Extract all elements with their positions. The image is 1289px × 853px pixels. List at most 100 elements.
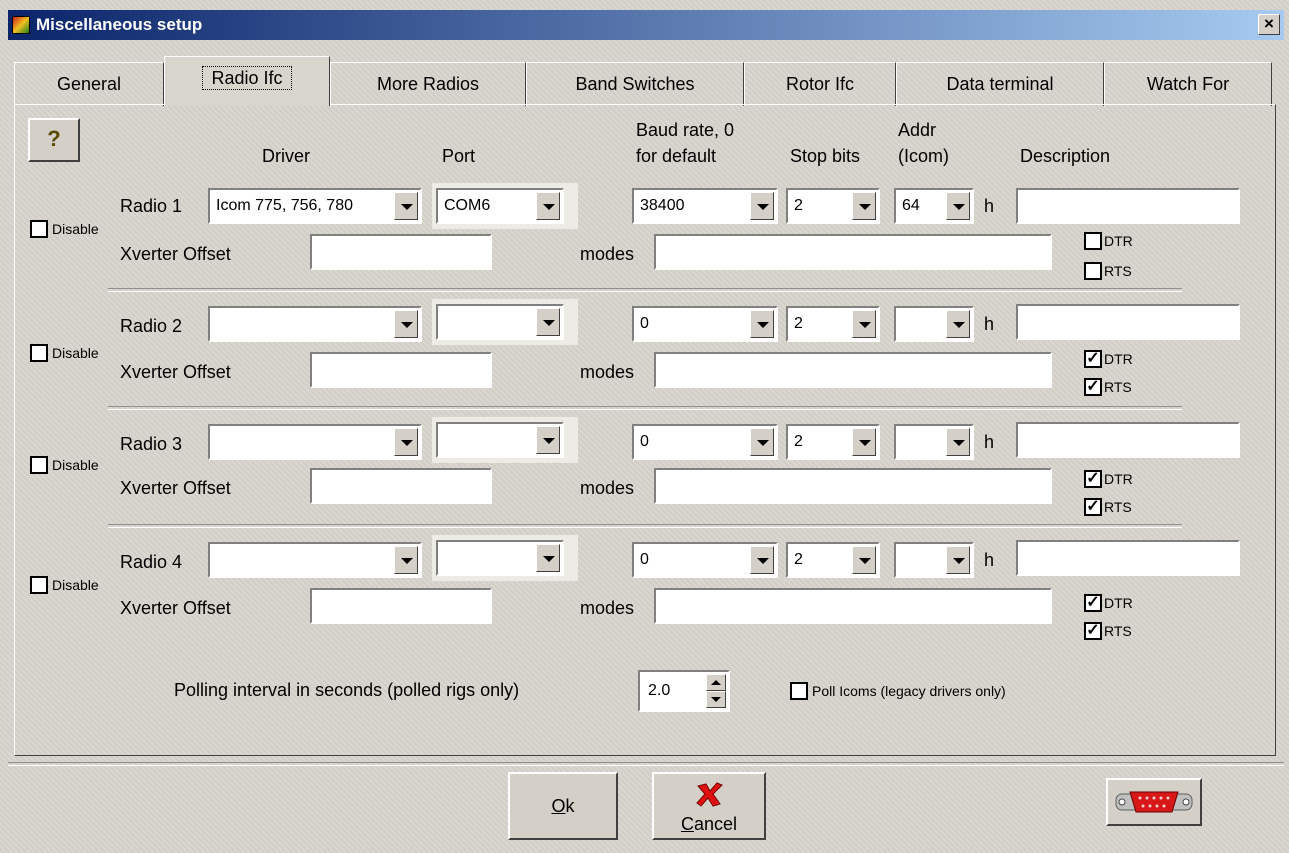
header-baud-line1: Baud rate, 0	[636, 120, 735, 140]
stop-bits-select[interactable]: 2	[786, 542, 880, 578]
description-field[interactable]	[1016, 540, 1240, 576]
chevron-down-icon[interactable]	[852, 546, 876, 574]
dtr-checkbox[interactable]	[1084, 232, 1102, 250]
disable-label: Disable	[52, 221, 99, 237]
hex-suffix: h	[984, 432, 995, 452]
xverter-field[interactable]	[310, 588, 492, 624]
chevron-down-icon[interactable]	[946, 428, 970, 456]
chevron-down-icon[interactable]	[750, 546, 774, 574]
window-title: Miscellaneous setup	[36, 15, 203, 34]
tab-band-switches[interactable]: Band Switches	[526, 62, 744, 106]
disable-checkbox[interactable]	[30, 344, 48, 362]
tab-radio-ifc[interactable]: Radio Ifc	[164, 56, 330, 106]
dtr-checkbox[interactable]: ✓	[1084, 594, 1102, 612]
xverter-field[interactable]	[310, 468, 492, 504]
driver-select[interactable]	[208, 424, 422, 460]
port-select[interactable]	[436, 422, 564, 458]
tab-data-terminal[interactable]: Data terminal	[896, 62, 1104, 106]
chevron-down-icon[interactable]	[852, 428, 876, 456]
tab-watch-for[interactable]: Watch For	[1104, 62, 1272, 106]
addr-value: 64	[902, 197, 920, 214]
baud-select[interactable]: 0	[632, 542, 778, 578]
chevron-down-icon[interactable]	[852, 192, 876, 220]
addr-select[interactable]: 64	[894, 188, 974, 224]
dtr-checkbox[interactable]: ✓	[1084, 470, 1102, 488]
xverter-label: Xverter Offset	[120, 362, 231, 382]
chevron-down-icon[interactable]	[536, 544, 560, 572]
baud-value: 38400	[640, 197, 685, 214]
baud-value: 0	[640, 315, 649, 332]
description-field[interactable]	[1016, 304, 1240, 340]
help-button[interactable]: ?	[28, 118, 80, 162]
dialog-window: Miscellaneous setup × General Radio Ifc …	[0, 0, 1289, 853]
disable-checkbox[interactable]	[30, 456, 48, 474]
chevron-down-icon[interactable]	[394, 546, 418, 574]
xverter-field[interactable]	[310, 234, 492, 270]
tab-more-radios[interactable]: More Radios	[330, 62, 526, 106]
row-divider	[108, 288, 1182, 292]
spin-up-icon[interactable]	[706, 674, 726, 691]
poll-icoms-checkbox[interactable]	[790, 682, 808, 700]
baud-select[interactable]: 38400	[632, 188, 778, 224]
description-field[interactable]	[1016, 188, 1240, 224]
stop-bits-select[interactable]: 2	[786, 188, 880, 224]
header-baud-line2: for default	[636, 146, 717, 166]
modes-label: modes	[580, 478, 635, 498]
modes-field[interactable]	[654, 234, 1052, 270]
chevron-down-icon[interactable]	[536, 192, 560, 220]
driver-select[interactable]	[208, 542, 422, 578]
port-select[interactable]	[436, 304, 564, 340]
chevron-down-icon[interactable]	[946, 546, 970, 574]
chevron-down-icon[interactable]	[750, 428, 774, 456]
disable-label: Disable	[52, 457, 99, 473]
chevron-down-icon[interactable]	[750, 310, 774, 338]
chevron-down-icon[interactable]	[394, 310, 418, 338]
stop-bits-select[interactable]: 2	[786, 424, 880, 460]
modes-field[interactable]	[654, 468, 1052, 504]
header-stop-bits: Stop bits	[790, 146, 861, 166]
stop-bits-value: 2	[794, 197, 803, 214]
spin-down-icon[interactable]	[706, 691, 726, 708]
tab-general[interactable]: General	[14, 62, 164, 106]
description-field[interactable]	[1016, 422, 1240, 458]
addr-select[interactable]	[894, 542, 974, 578]
stop-bits-select[interactable]: 2	[786, 306, 880, 342]
rts-checkbox[interactable]: ✓	[1084, 498, 1102, 516]
rts-checkbox[interactable]: ✓	[1084, 378, 1102, 396]
driver-select[interactable]	[208, 306, 422, 342]
addr-select[interactable]	[894, 424, 974, 460]
serial-port-button[interactable]	[1106, 778, 1202, 826]
chevron-down-icon[interactable]	[946, 192, 970, 220]
polling-interval-spinner[interactable]: 2.0	[638, 670, 730, 712]
disable-checkbox[interactable]	[30, 576, 48, 594]
chevron-down-icon[interactable]	[536, 308, 560, 336]
close-button[interactable]: ×	[1258, 14, 1280, 35]
modes-field[interactable]	[654, 352, 1052, 388]
baud-select[interactable]: 0	[632, 306, 778, 342]
rts-checkbox[interactable]	[1084, 262, 1102, 280]
modes-field[interactable]	[654, 588, 1052, 624]
row-divider	[108, 406, 1182, 410]
ok-button[interactable]: Ok	[508, 772, 618, 840]
chevron-down-icon[interactable]	[750, 192, 774, 220]
chevron-down-icon[interactable]	[946, 310, 970, 338]
cancel-button[interactable]: Cancel	[652, 772, 766, 840]
baud-select[interactable]: 0	[632, 424, 778, 460]
radio-label: Radio 2	[120, 316, 183, 336]
port-select[interactable]: COM6	[436, 188, 564, 224]
hex-suffix: h	[984, 196, 995, 216]
driver-select[interactable]: Icom 775, 756, 780	[208, 188, 422, 224]
dtr-checkbox[interactable]: ✓	[1084, 350, 1102, 368]
xverter-field[interactable]	[310, 352, 492, 388]
chevron-down-icon[interactable]	[536, 426, 560, 454]
chevron-down-icon[interactable]	[394, 192, 418, 220]
disable-checkbox[interactable]	[30, 220, 48, 238]
disable-label: Disable	[52, 577, 99, 593]
chevron-down-icon[interactable]	[394, 428, 418, 456]
port-select[interactable]	[436, 540, 564, 576]
tab-rotor-ifc[interactable]: Rotor Ifc	[744, 62, 896, 106]
polling-interval-value: 2.0	[648, 682, 671, 699]
addr-select[interactable]	[894, 306, 974, 342]
chevron-down-icon[interactable]	[852, 310, 876, 338]
rts-checkbox[interactable]: ✓	[1084, 622, 1102, 640]
